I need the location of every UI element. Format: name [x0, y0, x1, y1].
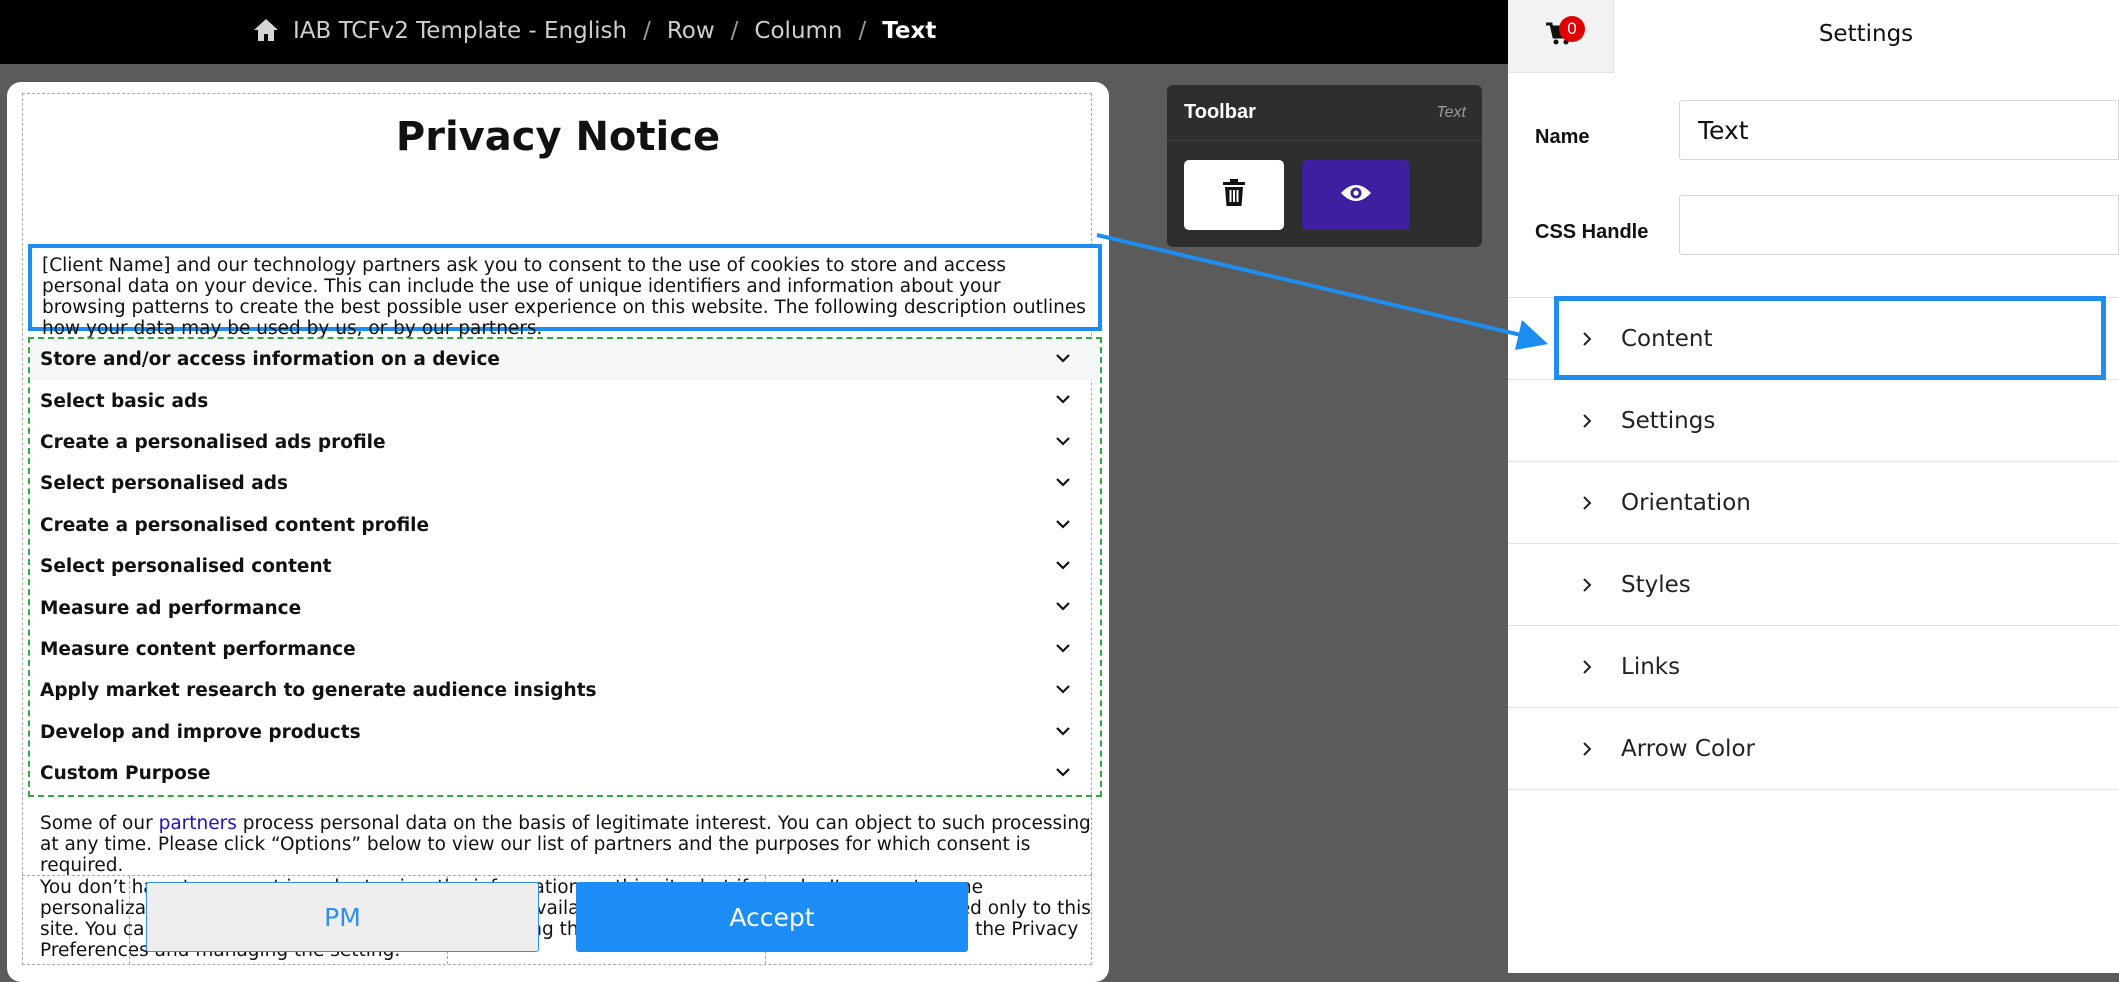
section-label: Settings	[1621, 407, 1716, 434]
accept-button[interactable]: Accept	[576, 882, 968, 952]
chevron-down-icon[interactable]	[1054, 349, 1072, 367]
chevron-right-icon	[1580, 495, 1594, 511]
section-arrow-color[interactable]: Arrow Color	[1508, 708, 2119, 790]
purpose-row[interactable]: Select basic ads	[30, 380, 1100, 421]
chevron-down-icon[interactable]	[1054, 763, 1072, 781]
breadcrumb-separator: /	[730, 18, 739, 44]
purpose-row[interactable]: Select personalised ads	[30, 463, 1100, 504]
name-label: Name	[1535, 126, 1590, 148]
chevron-down-icon[interactable]	[1054, 639, 1072, 657]
top-bar: IAB TCFv2 Template - English / Row / Col…	[0, 0, 1508, 64]
chevron-down-icon[interactable]	[1054, 556, 1072, 574]
purpose-label: Measure ad performance	[40, 597, 302, 619]
chevron-down-icon[interactable]	[1054, 515, 1072, 533]
purpose-label: Measure content performance	[40, 638, 356, 660]
purpose-row[interactable]: Develop and improve products	[30, 712, 1100, 753]
chevron-right-icon	[1580, 331, 1594, 347]
pm-button[interactable]: PM	[146, 882, 539, 952]
breadcrumb-separator: /	[858, 18, 867, 44]
section-label: Links	[1621, 653, 1681, 680]
breadcrumb-row[interactable]: Row	[667, 18, 715, 44]
settings-panel: 0 Settings Name CSS Handle Content Settin…	[1508, 0, 2119, 973]
purpose-row[interactable]: Measure content performance	[30, 629, 1100, 670]
settings-sections: Content Settings Orientation Styles Links Arr…	[1508, 297, 2119, 790]
breadcrumb-current: Text	[882, 18, 937, 44]
purposes-stack[interactable]: Store and/or access information on a dev…	[28, 337, 1102, 797]
section-label: Orientation	[1621, 489, 1751, 516]
purpose-label: Create a personalised content profile	[40, 514, 430, 536]
chevron-down-icon[interactable]	[1054, 432, 1072, 450]
preview-button[interactable]	[1302, 160, 1410, 230]
css-handle-label: CSS Handle	[1535, 221, 1649, 243]
purpose-row[interactable]: Select personalised content	[30, 546, 1100, 587]
intro-text-selected[interactable]: [Client Name] and our technology partner…	[28, 244, 1102, 339]
toolbar-header: Toolbar Text	[1167, 85, 1482, 141]
chevron-right-icon	[1580, 413, 1594, 429]
chevron-down-icon[interactable]	[1054, 473, 1072, 491]
cart-count-badge: 0	[1559, 16, 1585, 42]
tab-settings[interactable]: Settings	[1613, 0, 2119, 68]
chevron-down-icon[interactable]	[1054, 390, 1072, 408]
section-orientation[interactable]: Orientation	[1508, 462, 2119, 544]
panel-tabs: 0 Settings	[1508, 0, 2119, 73]
message-title[interactable]: Privacy Notice	[23, 114, 1093, 160]
toolbar-title: Toolbar	[1184, 101, 1256, 123]
home-icon[interactable]	[253, 18, 279, 44]
chevron-right-icon	[1580, 577, 1594, 593]
breadcrumb-template[interactable]: IAB TCFv2 Template - English	[293, 18, 627, 44]
toolbar-element-type: Text	[1436, 103, 1466, 121]
purpose-label: Store and/or access information on a dev…	[40, 349, 500, 371]
section-content[interactable]: Content	[1508, 298, 2119, 380]
legit-text-before: Some of our	[40, 813, 159, 834]
breadcrumb: IAB TCFv2 Template - English / Row / Col…	[253, 0, 936, 62]
delete-button[interactable]	[1184, 160, 1284, 230]
tab-cart[interactable]: 0	[1508, 0, 1614, 73]
purpose-row[interactable]: Create a personalised content profile	[30, 505, 1100, 546]
message-canvas: Privacy Notice [Client Name] and our tec…	[7, 82, 1109, 982]
eye-icon	[1340, 183, 1372, 208]
purpose-label: Select personalised ads	[40, 473, 288, 495]
section-styles[interactable]: Styles	[1508, 544, 2119, 626]
purpose-row[interactable]: Apply market research to generate audien…	[30, 670, 1100, 711]
chevron-down-icon[interactable]	[1054, 680, 1072, 698]
name-input[interactable]	[1679, 100, 2119, 160]
section-settings[interactable]: Settings	[1508, 380, 2119, 462]
chevron-down-icon[interactable]	[1054, 597, 1072, 615]
section-links[interactable]: Links	[1508, 626, 2119, 708]
partners-link[interactable]: partners	[159, 813, 237, 834]
trash-icon	[1222, 178, 1246, 212]
purpose-label: Apply market research to generate audien…	[40, 680, 597, 702]
purpose-row[interactable]: Store and/or access information on a dev…	[30, 339, 1100, 381]
breadcrumb-separator: /	[643, 18, 651, 44]
chevron-down-icon[interactable]	[1054, 722, 1072, 740]
section-label: Content	[1621, 325, 1713, 352]
section-label: Styles	[1621, 571, 1691, 598]
breadcrumb-column[interactable]: Column	[754, 18, 842, 44]
chevron-right-icon	[1580, 741, 1594, 757]
chevron-right-icon	[1580, 659, 1594, 675]
toolbar: Toolbar Text	[1167, 85, 1482, 247]
purpose-row[interactable]: Create a personalised ads profile	[30, 422, 1100, 463]
section-label: Arrow Color	[1621, 735, 1755, 762]
css-handle-input[interactable]	[1679, 195, 2119, 255]
purpose-row[interactable]: Custom Purpose	[30, 753, 1100, 794]
legitimate-interest-text[interactable]: Some of our partners process personal da…	[40, 813, 1100, 876]
purpose-label: Create a personalised ads profile	[40, 431, 386, 453]
purpose-label: Custom Purpose	[40, 763, 211, 785]
purpose-row[interactable]: Measure ad performance	[30, 587, 1100, 628]
purpose-label: Select basic ads	[40, 390, 209, 412]
purpose-label: Select personalised content	[40, 556, 332, 578]
purpose-label: Develop and improve products	[40, 721, 361, 743]
